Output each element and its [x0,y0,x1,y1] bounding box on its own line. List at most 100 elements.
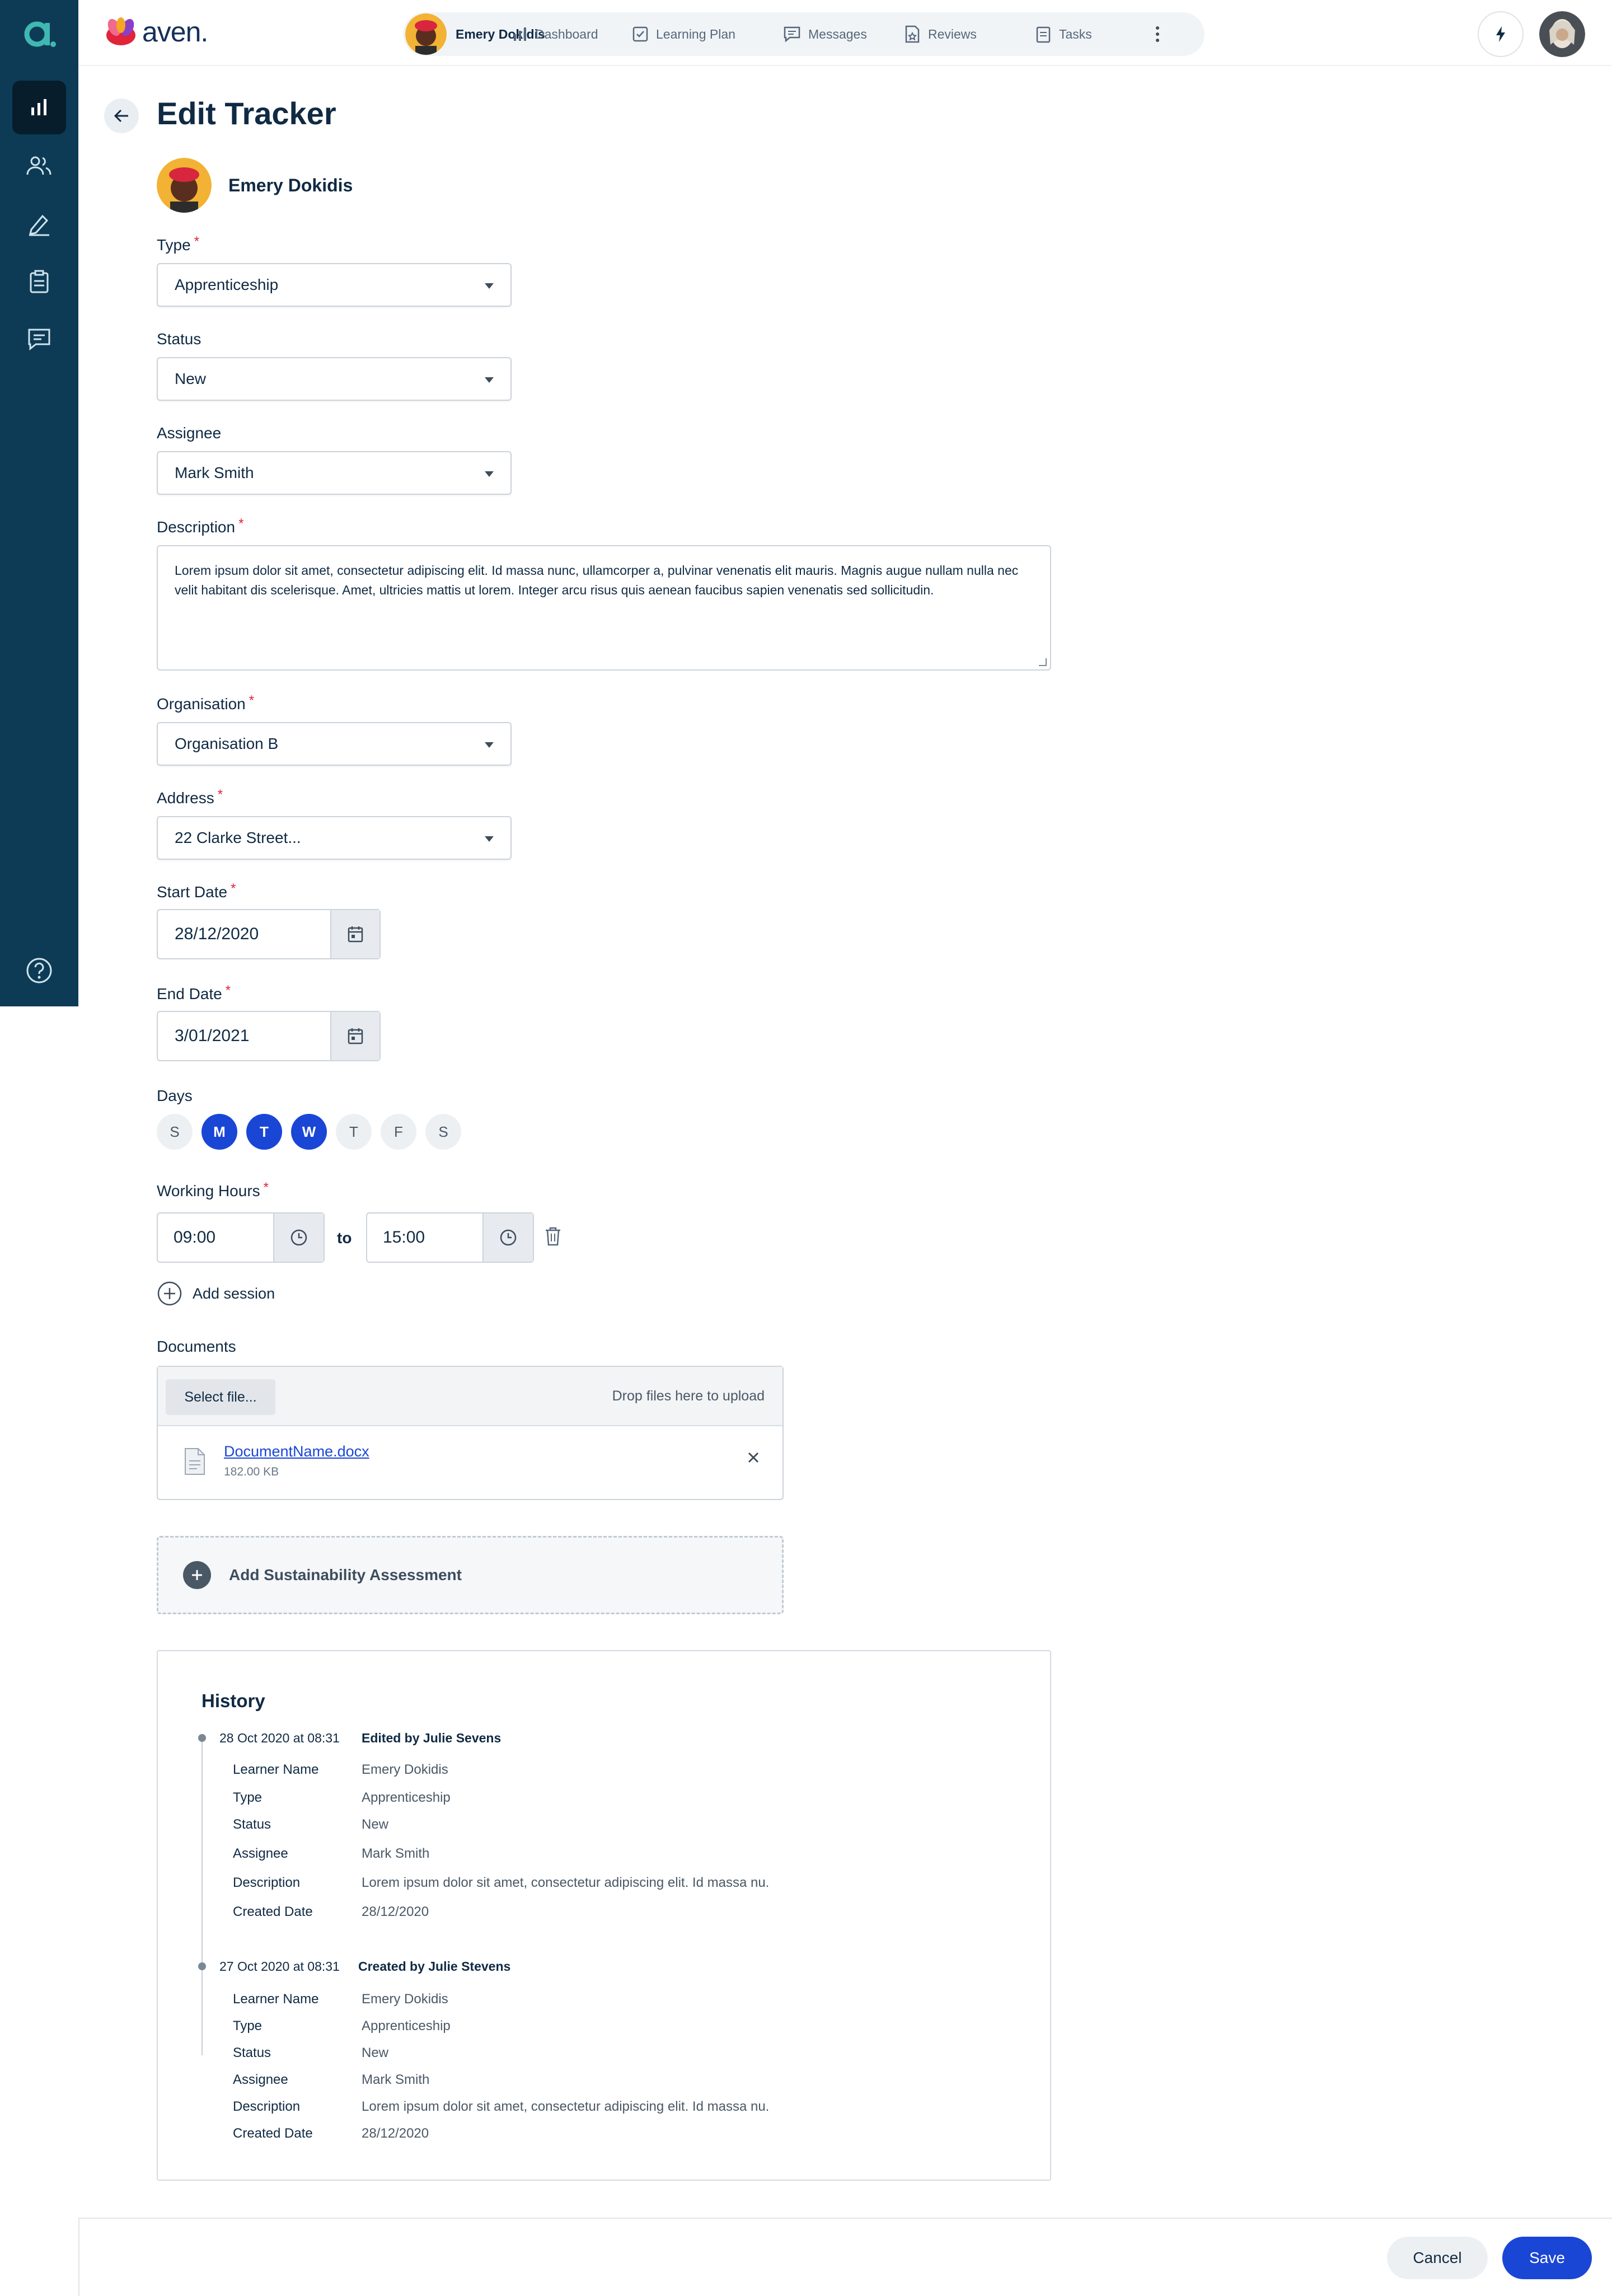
history-field-value: Apprenticeship [362,2018,451,2033]
user-avatar[interactable] [1539,11,1585,57]
assignee-value: Mark Smith [175,464,254,481]
file-link[interactable]: DocumentName.docx [224,1443,369,1460]
nav-learning-plan[interactable]: Learning Plan [632,12,735,56]
nav-messages[interactable]: Messages [784,12,867,56]
calendar-button[interactable] [330,1012,379,1060]
sidebar-item-messages[interactable] [12,312,66,366]
address-label: Address * [157,787,223,807]
day-toggle[interactable]: F [381,1114,416,1150]
plus-circle-icon [157,1281,182,1306]
history-field-name: Description [233,2099,301,2114]
calendar-button[interactable] [330,910,379,958]
day-toggle[interactable]: S [425,1114,461,1150]
description-label: Description * [157,516,244,536]
help-icon [26,958,52,983]
start-date-label: Start Date * [157,881,236,901]
nav-label: Dashboard [535,26,598,41]
end-time-input[interactable]: 15:00 [366,1212,534,1263]
history-entry-date: 27 Oct 2020 at 08:31 [219,1959,340,1974]
more-menu-button[interactable] [1155,12,1160,56]
history-field-value: Mark Smith [362,1846,430,1861]
form-footer: Cancel Save [78,2218,1612,2296]
sidebar-item-assessments[interactable] [12,197,66,251]
history-entry-date: 28 Oct 2020 at 08:31 [219,1731,340,1745]
day-toggle[interactable]: T [246,1114,282,1150]
top-bar: aven. Emery Dokidis Dashboard Learning P… [78,0,1612,66]
plus-icon [183,1561,211,1589]
start-date-input[interactable]: 28/12/2020 [157,909,381,959]
history-field-value: Apprenticeship [362,1790,451,1805]
back-button[interactable] [104,99,139,133]
quick-actions-button[interactable] [1478,11,1524,57]
documents-upload: Select file... Drop files here to upload… [157,1366,784,1500]
start-time-value: 09:00 [174,1228,216,1247]
calendar-icon [348,1028,363,1044]
address-value: 22 Clarke Street... [175,829,301,846]
clipboard-icon [1036,26,1051,43]
add-session-button[interactable]: Add session [157,1281,275,1306]
start-date-value: 28/12/2020 [175,925,259,943]
required-asterisk: * [231,881,236,896]
description-text: Lorem ipsum dolor sit amet, consectetur … [175,563,1019,597]
end-time-value: 15:00 [383,1228,425,1247]
clock-icon [500,1229,517,1246]
close-icon[interactable] [747,1451,760,1464]
aven-flower-icon [106,17,135,45]
brand-logo[interactable]: aven. [104,16,208,48]
nav-tasks[interactable]: Tasks [1035,12,1092,56]
save-button[interactable]: Save [1502,2237,1592,2279]
nav-reviews[interactable]: Reviews [905,12,977,56]
nav-dashboard[interactable]: Dashboard [513,12,598,56]
select-file-button[interactable]: Select file... [166,1379,275,1415]
chat-icon [28,329,50,351]
day-toggle[interactable]: T [336,1114,372,1150]
assignee-select[interactable]: Mark Smith [157,451,512,495]
uploaded-file: DocumentName.docx 182.00 KB [158,1426,782,1499]
clipboard-icon [30,270,49,293]
day-toggle[interactable]: W [291,1114,327,1150]
sidebar-item-learners[interactable] [12,139,66,193]
delete-session-button[interactable] [544,1226,562,1247]
resize-handle-icon[interactable] [1039,658,1047,666]
day-toggle[interactable]: M [202,1114,237,1150]
app-logo-icon[interactable] [0,0,78,66]
caret-down-icon [485,377,494,383]
drop-hint: Drop files here to upload [612,1388,765,1404]
history-field-value: 28/12/2020 [362,2126,429,2141]
cancel-button[interactable]: Cancel [1387,2237,1488,2279]
caret-down-icon [485,836,494,842]
review-icon [905,25,920,43]
sidebar-item-dashboard[interactable] [12,81,66,134]
sidebar-item-help[interactable] [12,944,66,997]
history-entry-author: Created by Julie Stevens [358,1959,511,1974]
clock-button[interactable] [273,1213,324,1262]
trash-icon [546,1227,560,1246]
history-field-name: Type [233,1790,263,1805]
clock-button[interactable] [482,1213,533,1262]
upload-dropzone[interactable]: Select file... Drop files here to upload [158,1367,782,1426]
nav-label: Reviews [928,26,977,41]
description-textarea[interactable]: Lorem ipsum dolor sit amet, consectetur … [157,545,1051,671]
sidebar-item-tasks[interactable] [12,255,66,309]
address-select[interactable]: 22 Clarke Street... [157,816,512,860]
history-panel: History 28 Oct 2020 at 08:31 Edited by J… [157,1650,1051,2181]
calendar-icon [348,926,363,943]
required-asterisk: * [263,1180,269,1195]
file-icon [185,1448,205,1475]
working-hours-label: Working Hours * [157,1180,269,1199]
status-select[interactable]: New [157,357,512,401]
sustainability-label: Add Sustainability Assessment [229,1566,462,1583]
history-field-value: Lorem ipsum dolor sit amet, consectetur … [362,2099,770,2114]
assignee-label: Assignee [157,424,222,442]
type-select[interactable]: Apprenticeship [157,263,512,307]
checkbox-icon [632,26,648,42]
organisation-select[interactable]: Organisation B [157,722,512,766]
documents-label: Documents [157,1338,236,1355]
timeline-dot [198,1734,206,1742]
add-sustainability-assessment-button[interactable]: Add Sustainability Assessment [157,1536,784,1614]
start-time-input[interactable]: 09:00 [157,1212,325,1263]
required-asterisk: * [238,516,244,531]
day-toggle[interactable]: S [157,1114,193,1150]
end-date-input[interactable]: 3/01/2021 [157,1011,381,1061]
pen-icon [29,214,49,236]
